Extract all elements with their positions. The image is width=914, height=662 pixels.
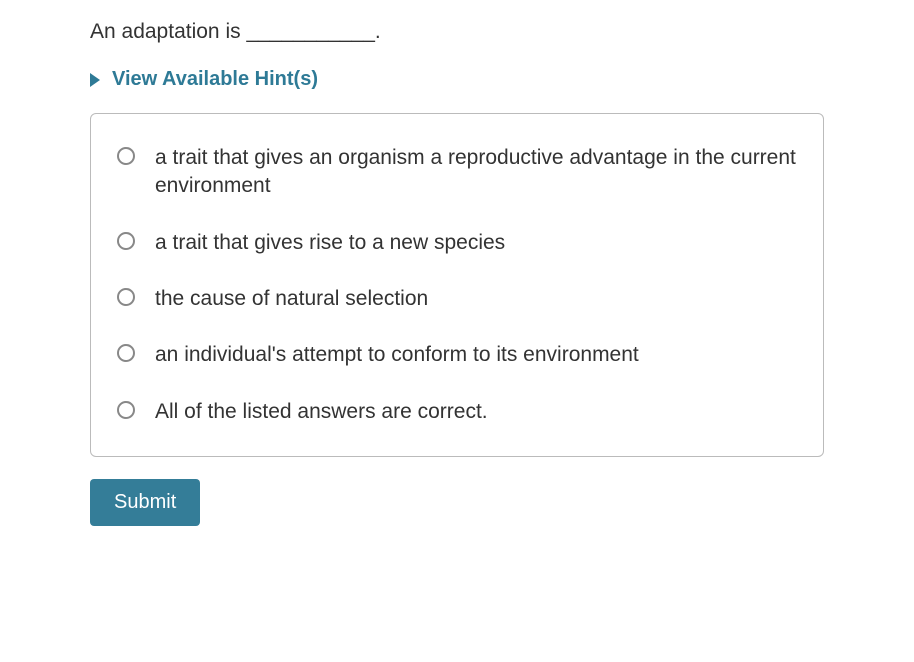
option-row[interactable]: the cause of natural selection xyxy=(117,285,797,313)
option-text: a trait that gives an organism a reprodu… xyxy=(155,144,797,201)
radio-button[interactable] xyxy=(117,232,135,250)
question-container: An adaptation is ___________. View Avail… xyxy=(0,0,914,546)
option-row[interactable]: a trait that gives an organism a reprodu… xyxy=(117,144,797,201)
option-text: All of the listed answers are correct. xyxy=(155,398,488,426)
option-row[interactable]: a trait that gives rise to a new species xyxy=(117,229,797,257)
option-row[interactable]: an individual's attempt to conform to it… xyxy=(117,341,797,369)
option-text: a trait that gives rise to a new species xyxy=(155,229,505,257)
hints-label: View Available Hint(s) xyxy=(112,68,318,91)
radio-button[interactable] xyxy=(117,288,135,306)
submit-button[interactable]: Submit xyxy=(90,479,200,526)
option-text: an individual's attempt to conform to it… xyxy=(155,341,639,369)
radio-button[interactable] xyxy=(117,401,135,419)
option-text: the cause of natural selection xyxy=(155,285,428,313)
radio-button[interactable] xyxy=(117,344,135,362)
triangle-right-icon xyxy=(90,73,100,87)
options-box: a trait that gives an organism a reprodu… xyxy=(90,113,824,457)
hints-toggle[interactable]: View Available Hint(s) xyxy=(90,68,824,91)
radio-button[interactable] xyxy=(117,147,135,165)
option-row[interactable]: All of the listed answers are correct. xyxy=(117,398,797,426)
question-text: An adaptation is ___________. xyxy=(90,20,824,44)
